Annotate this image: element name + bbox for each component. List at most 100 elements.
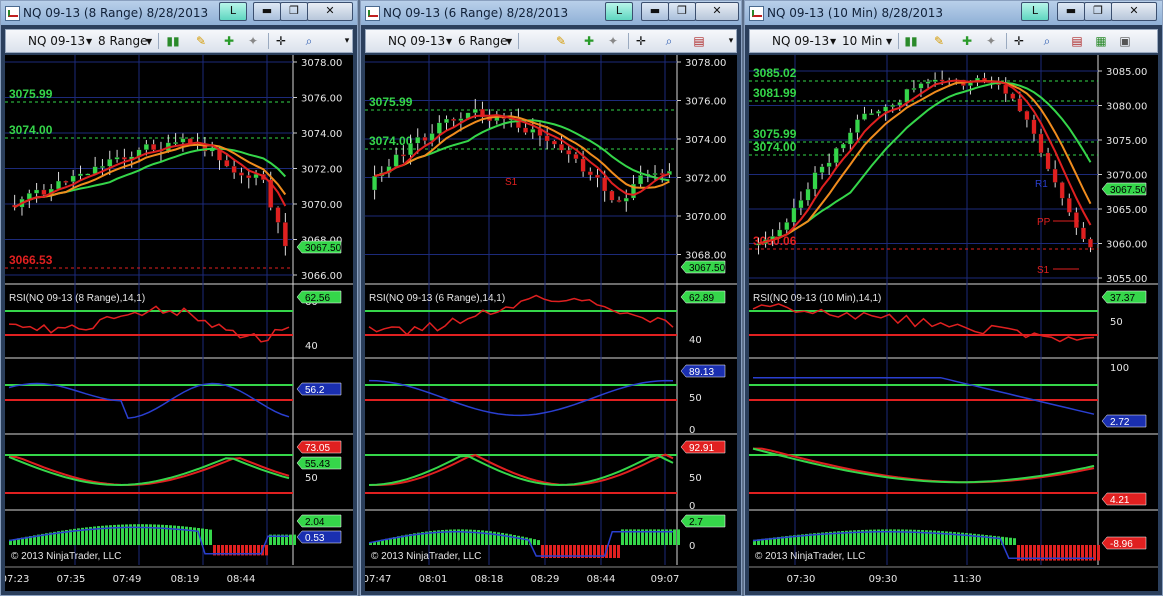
price-level-label: 3081.99 [753,86,797,100]
indicator-icon[interactable]: ✚ [960,34,974,48]
minimize-button[interactable]: ▬ [1057,2,1085,21]
window-titlebar[interactable]: NQ 09-13 (10 Min) 8/28/2013 L ▬ ❐ ✕ [745,1,1162,25]
pencil-icon[interactable]: ✎ [194,34,208,48]
toolbar-divider [158,33,159,49]
maximize-button[interactable]: ❐ [1084,2,1112,21]
candle-body [422,137,428,141]
pencil-icon[interactable]: ✎ [932,34,946,48]
crosshair-icon[interactable]: ✛ [1012,34,1026,48]
chevron-down-icon[interactable]: ▼ [506,37,512,46]
price-axis-label: 3060.00 [1106,240,1147,251]
link-button[interactable]: L [219,2,247,21]
time-axis-label: 07:23 [5,574,29,585]
time-axis-label: 08:18 [475,574,504,585]
chart-canvas[interactable]: 3078.003076.003074.003072.003070.003068.… [365,55,737,591]
indicator-icon[interactable]: ✚ [582,34,596,48]
chevron-down-icon[interactable]: ▼ [146,37,152,46]
instrument-selector[interactable]: NQ 09-13 [772,34,829,48]
strategy-icon[interactable]: ✦ [246,34,260,48]
price-axis-label: 3074.00 [685,135,726,146]
window-titlebar[interactable]: NQ 09-13 (8 Range) 8/28/2013 L ▬ ❐ ✕ [1,1,357,25]
macd-value: 0.53 [305,533,325,544]
candle-body [939,79,945,82]
chart-toolbar: NQ 09-13 ▼ 6 Range ▼ ✎ ✚ ✦ ✛ ⌕ ▤ ▾ [365,29,737,53]
candle-body [415,137,421,144]
strategy-icon[interactable]: ✦ [606,34,620,48]
close-button[interactable]: ✕ [307,2,353,21]
copyright-text: © 2013 NinjaTrader, LLC [755,551,865,562]
minimize-button[interactable]: ▬ [641,2,669,21]
candle-body [444,118,449,123]
rsi-value: 62.56 [305,293,330,304]
image-icon[interactable]: ▣ [1118,34,1132,48]
price-axis-label: 3068.00 [685,251,726,262]
time-axis-label: 08:01 [419,574,448,585]
stoch-k-line [753,447,1095,484]
chart-style-icon[interactable]: ▮▮ [904,34,918,48]
close-button[interactable]: ✕ [1111,2,1157,21]
osc-value: 89.13 [689,367,714,378]
period-selector[interactable]: 10 Min [842,34,882,48]
properties-icon[interactable]: ▤ [692,34,706,48]
candle-body [1088,238,1093,248]
candle-body [559,144,564,151]
link-button[interactable]: L [605,2,633,21]
maximize-button[interactable]: ❐ [668,2,696,21]
chart-window-8-range[interactable]: NQ 09-13 (8 Range) 8/28/2013 L ▬ ❐ ✕ NQ … [0,0,358,596]
minimize-button[interactable]: ▬ [253,2,281,21]
strategy-icon[interactable]: ✦ [984,34,998,48]
rsi-value: 37.37 [1110,293,1135,304]
period-selector[interactable]: 6 Range [458,34,507,48]
chevron-down-icon[interactable]: ▼ [446,37,452,46]
maximize-button[interactable]: ❐ [280,2,308,21]
chevron-down-icon[interactable]: ▼ [886,37,892,46]
macd-histogram-bar [289,534,292,545]
time-axis-label: 11:30 [953,574,982,585]
chart-canvas[interactable]: 3085.00 3080.00 3075.00 3070.00 3065.00 3060.… [749,55,1158,591]
chevron-down-icon[interactable]: ▼ [86,37,92,46]
stoch-axis-label: 50 [305,473,318,484]
indicator-icon[interactable]: ✚ [222,34,236,48]
macd-histogram-bar [293,534,296,545]
chevron-down-icon[interactable]: ▼ [830,37,836,46]
chart-panel[interactable]: 3078.003076.003074.003072.003070.003068.… [5,55,353,591]
candle-body [173,142,179,144]
candle-body [1052,168,1058,183]
osc-axis-label: 0 [689,425,695,436]
chart-panel[interactable]: 3085.00 3080.00 3075.00 3070.00 3065.00 3060.… [749,55,1158,591]
candle-body [1031,119,1037,135]
chart-window-6-range[interactable]: NQ 09-13 (6 Range) 8/28/2013 L ▬ ❐ ✕ NQ … [360,0,742,596]
more-icon[interactable]: ▾ [340,34,354,48]
candle-body [897,102,903,106]
candle-body [580,158,586,172]
last-price-label: 3067.50 [689,263,726,274]
chart-canvas[interactable]: 3078.003076.003074.003072.003070.003068.… [5,55,353,591]
window-titlebar[interactable]: NQ 09-13 (6 Range) 8/28/2013 L ▬ ❐ ✕ [361,1,741,25]
candle-body [904,88,910,103]
candle-body [659,173,665,175]
data-box-icon[interactable]: ▦ [1094,34,1108,48]
zoom-icon[interactable]: ⌕ [302,34,316,48]
link-button[interactable]: L [1021,2,1049,21]
instrument-selector[interactable]: NQ 09-13 [388,34,445,48]
chart-style-icon[interactable]: ▮▮ [166,34,180,48]
candle-body [143,144,149,150]
crosshair-icon[interactable]: ✛ [274,34,288,48]
properties-icon[interactable]: ▤ [1070,34,1084,48]
period-selector[interactable]: 8 Range [98,34,147,48]
instrument-selector[interactable]: NQ 09-13 [28,34,85,48]
chart-panel[interactable]: 3078.003076.003074.003072.003070.003068.… [365,55,737,591]
candle-body [282,222,288,247]
zoom-icon[interactable]: ⌕ [662,34,676,48]
macd-value: 2.7 [689,517,703,528]
more-icon[interactable]: ▾ [724,34,738,48]
candle-body [652,173,658,175]
pencil-icon[interactable]: ✎ [554,34,568,48]
zoom-icon[interactable]: ⌕ [1040,34,1054,48]
crosshair-icon[interactable]: ✛ [634,34,648,48]
candle-body [609,190,615,201]
candle-body [224,160,230,167]
chart-window-10-min[interactable]: NQ 09-13 (10 Min) 8/28/2013 L ▬ ❐ ✕ NQ 0… [744,0,1163,596]
close-button[interactable]: ✕ [695,2,739,21]
osc-line [753,376,1095,415]
